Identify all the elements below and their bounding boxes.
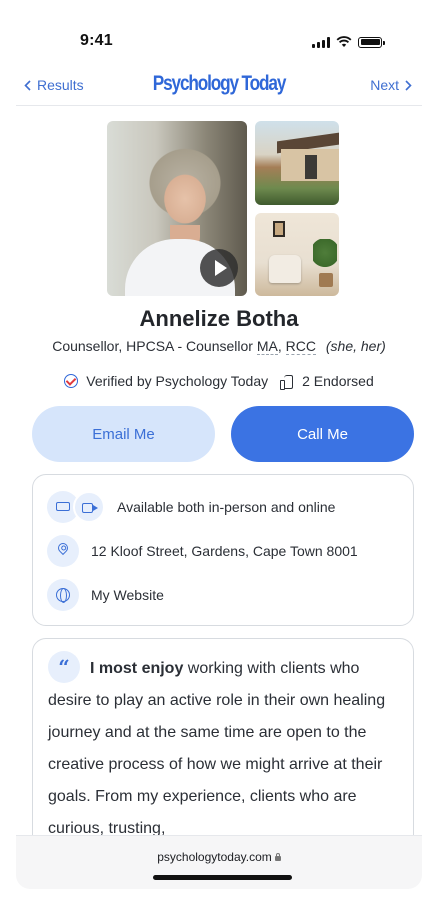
about-text: “ I most enjoy working with clients who d…: [48, 651, 404, 845]
credentials-prefix: Counsellor, HPCSA - Counsellor: [52, 338, 253, 354]
thumbs-up-icon: [280, 374, 294, 390]
status-time: 9:41: [80, 32, 113, 49]
wifi-icon: [336, 36, 352, 47]
pronouns: (she, her): [325, 338, 386, 354]
about-body: working with clients who desire to play …: [48, 660, 386, 838]
lock-icon: [274, 853, 281, 861]
therapist-name: Annelize Botha: [139, 306, 299, 331]
video-camera-icon: [82, 503, 98, 513]
website-link[interactable]: My Website: [91, 587, 164, 603]
office-exterior-photo[interactable]: [255, 121, 339, 205]
availability-text: Available both in-person and online: [117, 499, 336, 515]
top-nav: Results Psychology Today Next: [16, 70, 422, 106]
globe-icon: [56, 588, 70, 603]
about-lead: I most enjoy: [90, 660, 184, 678]
credentials: Counsellor, HPCSA - Counsellor MA, RCC (…: [52, 338, 386, 355]
back-label: Results: [37, 77, 84, 93]
next-label: Next: [370, 77, 399, 93]
practice-info-card: Available both in-person and online 12 K…: [32, 474, 414, 626]
back-to-results-link[interactable]: Results: [24, 77, 84, 93]
battery-icon: [358, 36, 385, 48]
credential-rcc[interactable]: RCC: [285, 338, 316, 355]
next-profile-link[interactable]: Next: [370, 77, 412, 93]
email-me-button[interactable]: Email Me: [32, 406, 215, 462]
address-row[interactable]: 12 Kloof Street, Gardens, Cape Town 8001: [47, 535, 358, 567]
availability-row: Available both in-person and online: [47, 491, 335, 523]
website-row[interactable]: My Website: [47, 579, 164, 611]
verified-check-icon: [64, 374, 79, 388]
call-me-button[interactable]: Call Me: [231, 406, 414, 462]
location-pin-icon: [55, 540, 71, 556]
play-video-button[interactable]: [200, 249, 238, 287]
couch-icon: [56, 502, 70, 511]
address-text[interactable]: 12 Kloof Street, Gardens, Cape Town 8001: [91, 543, 358, 559]
office-interior-photo[interactable]: [255, 213, 339, 296]
status-bar: 9:41: [0, 0, 438, 70]
psychology-today-logo[interactable]: Psychology Today: [138, 72, 300, 96]
endorsed-count[interactable]: 2 Endorsed: [302, 373, 374, 389]
about-card: “ I most enjoy working with clients who d…: [32, 638, 414, 858]
chevron-right-icon: [405, 79, 412, 91]
quote-icon: “: [48, 651, 80, 683]
credential-ma[interactable]: MA: [256, 338, 278, 355]
url-text[interactable]: psychologytoday.com: [157, 850, 272, 864]
browser-address-bar[interactable]: psychologytoday.com: [16, 835, 422, 889]
cellular-signal-icon: [312, 36, 330, 48]
verification-row: Verified by Psychology Today 2 Endorsed: [0, 373, 438, 390]
home-indicator[interactable]: [153, 875, 292, 880]
status-icons: [312, 36, 385, 48]
verified-text[interactable]: Verified by Psychology Today: [86, 373, 268, 389]
chevron-left-icon: [24, 79, 31, 91]
